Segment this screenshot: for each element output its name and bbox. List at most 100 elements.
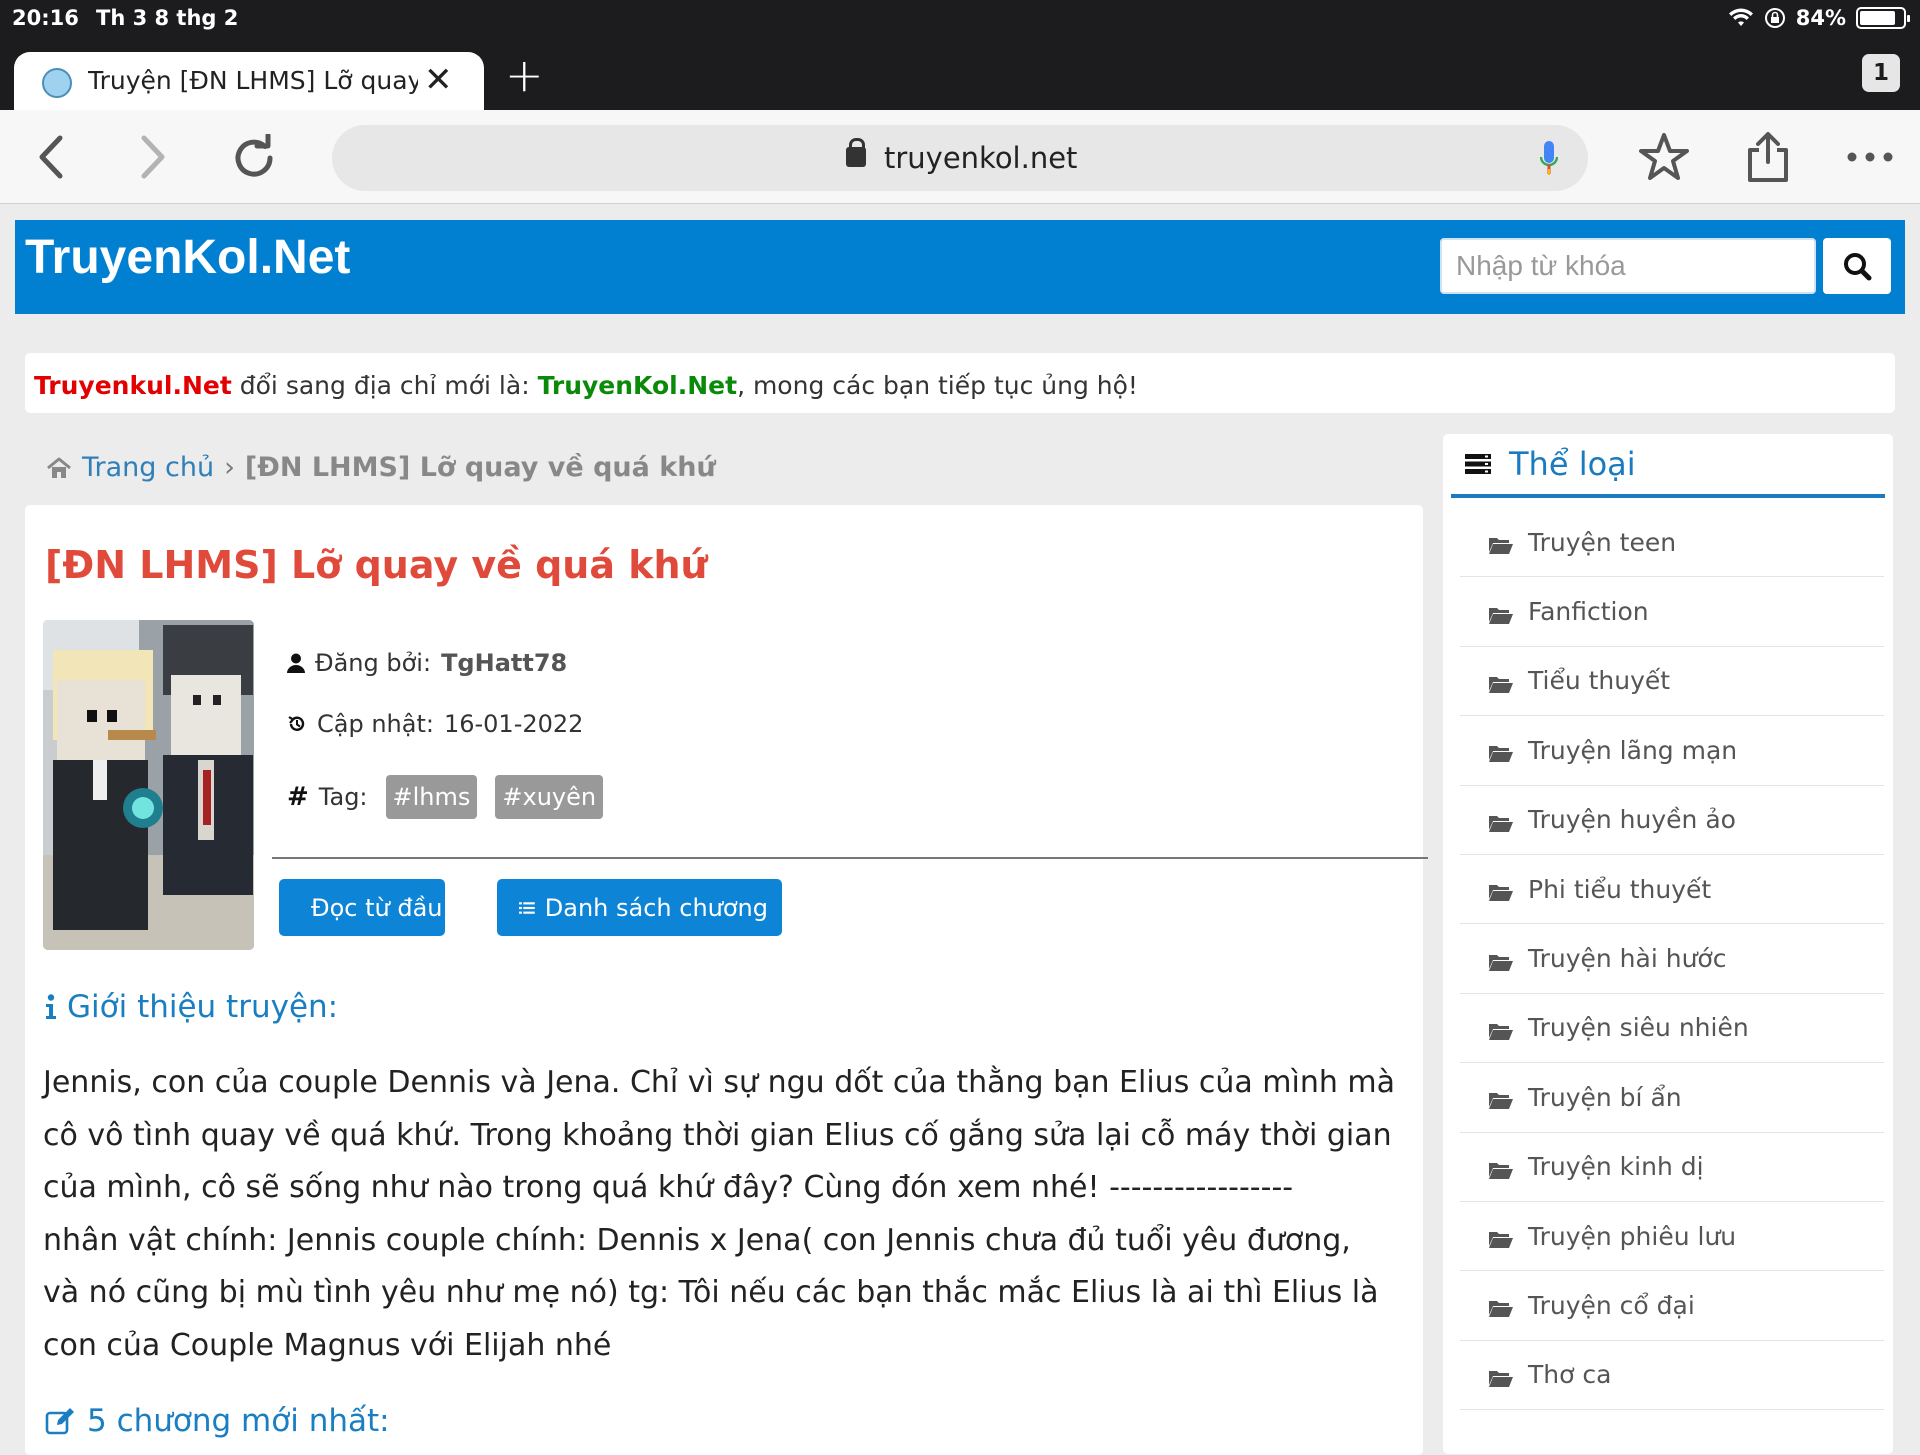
category-heading: Thể loại bbox=[1451, 434, 1885, 498]
voice-search-icon[interactable] bbox=[1540, 141, 1558, 175]
tag-pill[interactable]: #lhms bbox=[385, 775, 478, 819]
description-line: con của Couple Magnus với Elijah nhé bbox=[43, 1327, 612, 1363]
updated-row: Cập nhật: 16-01-2022 bbox=[287, 710, 583, 738]
category-sidebar: Thể loại Truyện teen Fanfiction Tiểu thuyế… bbox=[1443, 434, 1893, 1454]
breadcrumb-separator: › bbox=[224, 452, 235, 483]
category-item[interactable]: Phi tiểu thuyết bbox=[1460, 855, 1884, 925]
category-label: Thơ ca bbox=[1528, 1360, 1612, 1390]
search-icon bbox=[1844, 253, 1872, 281]
info-icon bbox=[46, 994, 56, 1019]
site-logo[interactable]: TruyenKol.Net bbox=[25, 230, 350, 285]
tag-label: Tag: bbox=[318, 783, 368, 811]
url-text: truyenkol.net bbox=[884, 141, 1078, 175]
category-label: Truyện bí ẩn bbox=[1528, 1082, 1682, 1112]
new-domain: TruyenKol.Net bbox=[537, 371, 738, 400]
category-item[interactable]: Truyện huyền ảo bbox=[1460, 786, 1884, 855]
intro-heading-text: Giới thiệu truyện: bbox=[67, 989, 339, 1025]
back-button[interactable] bbox=[32, 134, 72, 180]
close-tab-icon[interactable]: ✕ bbox=[424, 60, 453, 100]
breadcrumb-home-link[interactable]: Trang chủ bbox=[82, 452, 214, 483]
folder-icon bbox=[1488, 1295, 1514, 1318]
category-item[interactable]: Tiểu thuyết bbox=[1460, 647, 1884, 717]
category-label: Truyện lãng mạn bbox=[1528, 735, 1738, 765]
tag-row: # Tag: #lhms #xuyên bbox=[287, 775, 604, 819]
category-item[interactable]: Truyện bí ẩn bbox=[1460, 1063, 1884, 1133]
share-icon[interactable] bbox=[1740, 132, 1796, 182]
folder-icon bbox=[1488, 532, 1514, 555]
category-item[interactable]: Truyện hài hước bbox=[1460, 924, 1884, 994]
folder-icon bbox=[1488, 949, 1514, 971]
search-input[interactable]: Nhập từ khóa bbox=[1440, 238, 1816, 294]
server-list-icon bbox=[1465, 454, 1491, 474]
author-name[interactable]: TgHatt78 bbox=[441, 649, 567, 677]
description-line: nhân vật chính: Jennis couple chính: Den… bbox=[43, 1222, 1351, 1258]
category-label: Truyện hài hước bbox=[1528, 944, 1727, 974]
breadcrumb: Trang chủ › [ĐN LHMS] Lỡ quay về quá khứ bbox=[46, 452, 716, 483]
site-favicon-icon bbox=[42, 68, 72, 98]
story-title: [ĐN LHMS] Lỡ quay về quá khứ bbox=[45, 543, 708, 587]
folder-icon bbox=[1488, 740, 1514, 763]
history-icon bbox=[288, 716, 305, 731]
description-line: của mình, cô sẽ sống như nào trong quá k… bbox=[43, 1170, 1294, 1205]
folder-icon bbox=[1488, 879, 1514, 902]
category-label: Tiểu thuyết bbox=[1528, 666, 1671, 696]
category-item[interactable]: Truyện siêu nhiên bbox=[1460, 994, 1884, 1064]
category-item[interactable]: Truyện kinh dị bbox=[1460, 1133, 1884, 1202]
category-item[interactable]: Truyện lãng mạn bbox=[1460, 716, 1884, 786]
category-label: Truyện teen bbox=[1528, 527, 1677, 557]
category-item[interactable]: Truyện cổ đại bbox=[1460, 1271, 1884, 1341]
tag-pill[interactable]: #xuyên bbox=[495, 775, 604, 819]
category-label: Truyện siêu nhiên bbox=[1528, 1013, 1749, 1043]
user-icon bbox=[287, 653, 305, 673]
latest-chapters-text: 5 chương mới nhất: bbox=[87, 1403, 390, 1439]
orientation-lock-icon bbox=[1764, 8, 1785, 28]
read-from-start-button[interactable]: Đọc từ đầu bbox=[279, 879, 445, 936]
lock-icon bbox=[846, 138, 866, 167]
story-cover-image bbox=[43, 620, 254, 950]
forward-button[interactable] bbox=[132, 134, 172, 180]
status-bar: 20:16 Th 3 8 thg 2 84% bbox=[0, 0, 1920, 38]
category-item[interactable]: Truyện teen bbox=[1460, 508, 1884, 578]
new-tab-button[interactable]: + bbox=[505, 48, 544, 102]
category-label: Truyện kinh dị bbox=[1528, 1152, 1704, 1182]
tab-count-button[interactable]: 1 bbox=[1862, 54, 1900, 92]
folder-icon bbox=[1488, 602, 1514, 624]
domain-notice: Truyenkul.Net đổi sang địa chỉ mới là: T… bbox=[25, 353, 1895, 413]
more-menu-icon[interactable] bbox=[1842, 132, 1898, 182]
status-right: 84% bbox=[1728, 6, 1910, 30]
search-button[interactable] bbox=[1823, 238, 1891, 294]
folder-icon bbox=[1488, 1226, 1514, 1249]
story-card: [ĐN LHMS] Lỡ quay về quá khứ Đăng bởi: T… bbox=[25, 505, 1428, 1455]
browser-tab[interactable]: Truyện [ĐN LHMS] Lỡ quay ✕ bbox=[14, 52, 484, 110]
read-from-start-label: Đọc từ đầu bbox=[311, 893, 443, 922]
battery-fill bbox=[1860, 11, 1895, 25]
battery-percent: 84% bbox=[1795, 6, 1846, 30]
bookmark-star-icon[interactable] bbox=[1636, 132, 1692, 182]
category-label: Truyện phiêu lưu bbox=[1528, 1221, 1737, 1251]
category-label: Phi tiểu thuyết bbox=[1528, 874, 1712, 904]
notice-tail: , mong các bạn tiếp tục ủng hộ! bbox=[737, 371, 1138, 400]
battery-icon bbox=[1856, 7, 1910, 29]
browser-toolbar: truyenkol.net bbox=[0, 110, 1920, 204]
address-bar[interactable]: truyenkol.net bbox=[332, 125, 1588, 191]
info-divider bbox=[272, 857, 1428, 859]
tab-title: Truyện [ĐN LHMS] Lỡ quay bbox=[88, 66, 418, 95]
breadcrumb-current: [ĐN LHMS] Lỡ quay về quá khứ bbox=[244, 452, 716, 483]
category-label: Truyện cổ đại bbox=[1528, 1290, 1695, 1320]
posted-label: Đăng bởi: bbox=[315, 649, 432, 677]
folder-icon bbox=[1488, 1087, 1514, 1110]
edit-icon bbox=[45, 1408, 74, 1435]
home-icon bbox=[47, 457, 71, 478]
folder-icon bbox=[1488, 1018, 1514, 1040]
list-icon bbox=[519, 901, 535, 914]
category-item[interactable]: Thơ ca bbox=[1460, 1341, 1884, 1411]
wifi-icon bbox=[1728, 8, 1753, 26]
description-line: Jennis, con của couple Dennis và Jena. C… bbox=[43, 1065, 1396, 1100]
category-item[interactable]: Truyện phiêu lưu bbox=[1460, 1202, 1884, 1272]
folder-icon bbox=[1488, 1365, 1514, 1387]
reload-button[interactable] bbox=[230, 134, 278, 182]
story-description: Jennis, con của couple Dennis và Jena. C… bbox=[43, 1057, 1421, 1372]
chapter-list-button[interactable]: Danh sách chương bbox=[497, 879, 782, 936]
category-label: Fanfiction bbox=[1528, 597, 1649, 627]
category-item[interactable]: Fanfiction bbox=[1460, 577, 1884, 647]
